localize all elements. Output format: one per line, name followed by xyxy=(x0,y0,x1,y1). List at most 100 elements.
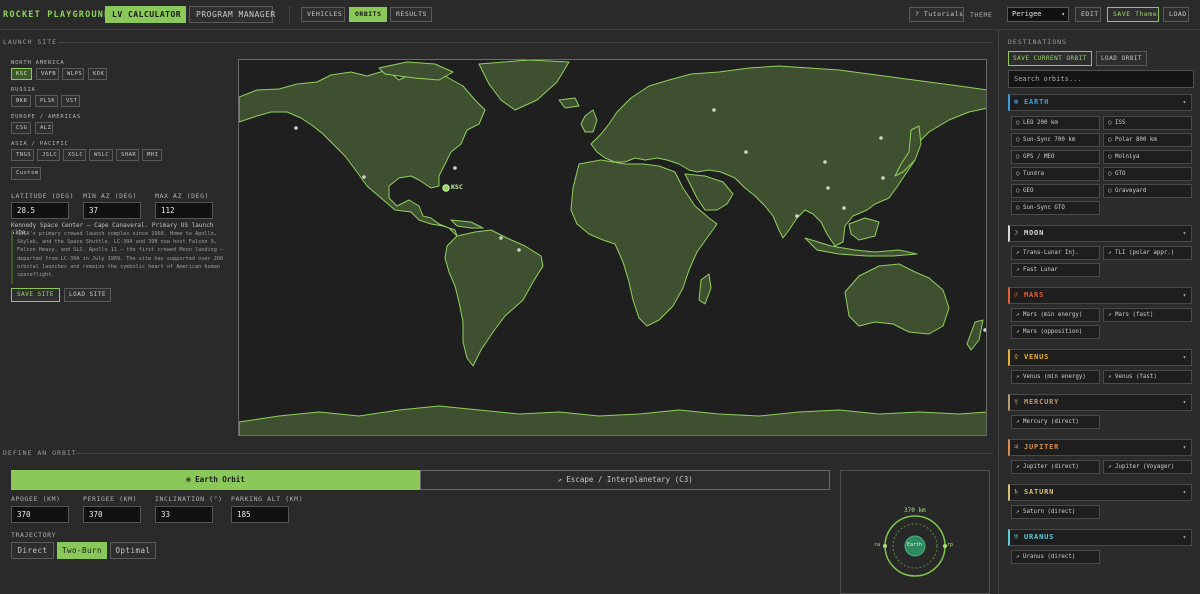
dest-item[interactable]: ○ GTO xyxy=(1103,167,1192,181)
site-mhi-button[interactable]: MHI xyxy=(142,149,162,161)
dest-header-venus[interactable]: ♀ VENUS ▾ xyxy=(1008,349,1192,366)
dest-item[interactable]: ↗ Mars (fast) xyxy=(1103,308,1192,322)
dest-item[interactable]: ↗ Jupiter (Voyager) xyxy=(1103,460,1192,474)
escape-orbit-toggle[interactable]: ↗ Escape / Interplanetary (C3) xyxy=(420,470,830,490)
site-marker-plsk[interactable] xyxy=(712,108,716,112)
apogee-input[interactable]: 370 xyxy=(11,506,69,523)
save-site-button[interactable]: SAVE SITE xyxy=(11,288,60,302)
site-marker-tngs[interactable] xyxy=(881,176,885,180)
landmass-australia xyxy=(844,263,950,335)
save-theme-button[interactable]: SAVE Theme xyxy=(1107,7,1159,22)
site-custom-button[interactable]: Custom xyxy=(11,167,41,180)
dest-item[interactable]: ○ Sun-Sync 700 km xyxy=(1011,133,1100,147)
site-marker-mhi[interactable] xyxy=(983,328,987,332)
edit-theme-button[interactable]: EDIT xyxy=(1075,7,1101,22)
dest-header-moon[interactable]: ☽ MOON ▾ xyxy=(1008,225,1192,242)
tab-orbits[interactable]: ORBITS xyxy=(349,7,387,22)
site-csg-button[interactable]: CSG xyxy=(11,122,31,134)
site-wlps-button[interactable]: WLPS xyxy=(62,68,84,80)
site-marker-wslc[interactable] xyxy=(842,206,846,210)
site-marker-shar[interactable] xyxy=(795,214,799,218)
save-current-orbit-button[interactable]: SAVE CURRENT ORBIT xyxy=(1008,51,1092,66)
site-kdk-button[interactable]: KDK xyxy=(88,68,107,80)
dest-item[interactable]: ↗ Mercury (direct) xyxy=(1011,415,1100,429)
site-alz-button[interactable]: ALZ xyxy=(35,122,53,134)
tab-lv-calculator[interactable]: LV CALCULATOR xyxy=(105,6,186,23)
dest-header-label: MOON xyxy=(1024,229,1045,237)
site-tngs-button[interactable]: TNGS xyxy=(11,149,34,161)
perigee-input[interactable]: 370 xyxy=(83,506,141,523)
dest-item[interactable]: ↗ TLI (polar appr.) xyxy=(1103,246,1192,260)
dest-item[interactable]: ↗ Saturn (direct) xyxy=(1011,505,1100,519)
dest-item[interactable]: ↗ Mars (opposition) xyxy=(1011,325,1100,339)
min-az-input[interactable]: 37 xyxy=(83,202,141,219)
site-marker-ksc[interactable] xyxy=(442,184,450,192)
trajectory-optimal-button[interactable]: Optimal xyxy=(110,542,156,559)
dest-item[interactable]: ↗ Venus (fast) xyxy=(1103,370,1192,384)
load-site-button[interactable]: LOAD SITE xyxy=(64,288,111,302)
trajectory-direct-button[interactable]: Direct xyxy=(11,542,54,559)
tab-vehicles[interactable]: VEHICLES xyxy=(301,7,345,22)
site-wslc-button[interactable]: WSLC xyxy=(89,149,113,161)
load-theme-button[interactable]: LOAD xyxy=(1163,7,1189,22)
dest-header-earth[interactable]: ⊕ EARTH ▾ xyxy=(1008,94,1192,111)
dest-header-saturn[interactable]: ♄ SATURN ▾ xyxy=(1008,484,1192,501)
site-jslc-button[interactable]: JSLC xyxy=(37,149,60,161)
site-shar-button[interactable]: SHAR xyxy=(116,149,139,161)
site-marker-bkr[interactable] xyxy=(744,150,748,154)
min-az-label: MIN AZ (DEG) xyxy=(83,192,138,200)
orbit-search-input[interactable]: Search orbits... xyxy=(1008,70,1194,88)
dest-item[interactable]: ○ LEO 200 km xyxy=(1011,116,1100,130)
dest-item[interactable]: ○ ISS xyxy=(1103,116,1192,130)
dest-header-mars[interactable]: ♂ MARS ▾ xyxy=(1008,287,1192,304)
site-ksc-button[interactable]: KSC xyxy=(11,68,32,80)
dest-header-uranus[interactable]: ♅ URANUS ▾ xyxy=(1008,529,1192,546)
site-marker-csg[interactable] xyxy=(499,236,503,240)
group-north-america: NORTH AMERICA xyxy=(11,60,65,66)
site-marker-alt[interactable] xyxy=(362,175,366,179)
dest-item[interactable]: ○ Molniya xyxy=(1103,150,1192,164)
site-marker-wlps[interactable] xyxy=(453,166,457,170)
dest-item[interactable]: ↗ Fast Lunar xyxy=(1011,263,1100,277)
load-orbit-button[interactable]: LOAD ORBIT xyxy=(1096,51,1147,66)
site-vafb-button[interactable]: VAFB xyxy=(36,68,59,80)
site-xslc-button[interactable]: XSLC xyxy=(63,149,86,161)
dest-header-mercury[interactable]: ☿ MERCURY ▾ xyxy=(1008,394,1192,411)
dest-item[interactable]: ↗ Venus (min energy) xyxy=(1011,370,1100,384)
dest-item[interactable]: ○ Sun-Sync GTO xyxy=(1011,201,1100,215)
arrow-icon: ↗ xyxy=(1016,419,1020,425)
site-marker-jslc[interactable] xyxy=(823,160,827,164)
max-az-input[interactable]: 112 xyxy=(155,202,213,219)
trajectory-two-burn-button[interactable]: Two-Burn xyxy=(57,542,107,559)
launch-site-heading: LAUNCH SITE xyxy=(3,38,58,46)
dest-item[interactable]: ↗ Jupiter (direct) xyxy=(1011,460,1100,474)
dest-item[interactable]: ↗ Trans-Lunar Inj. xyxy=(1011,246,1100,260)
site-plsk-button[interactable]: PLSK xyxy=(35,95,58,107)
dest-header-jupiter[interactable]: ♃ JUPITER ▾ xyxy=(1008,439,1192,456)
site-marker-vst[interactable] xyxy=(879,136,883,140)
dest-item[interactable]: ○ GEO xyxy=(1011,184,1100,198)
dest-item[interactable]: ↗ Uranus (direct) xyxy=(1011,550,1100,564)
dest-item[interactable]: ○ Polar 800 km xyxy=(1103,133,1192,147)
saturn-icon: ♄ xyxy=(1014,488,1020,496)
world-map-svg xyxy=(239,60,987,435)
latitude-input[interactable]: 28.5 xyxy=(11,202,69,219)
tab-program-manager[interactable]: PROGRAM MANAGER xyxy=(189,6,275,23)
tab-results[interactable]: RESULTS xyxy=(390,7,432,22)
dest-item[interactable]: ○ Graveyard xyxy=(1103,184,1192,198)
dest-header-label: JUPITER xyxy=(1024,443,1060,451)
inclination-input[interactable]: 33 xyxy=(155,506,213,523)
dest-item[interactable]: ○ Tundra xyxy=(1011,167,1100,181)
dest-item[interactable]: ○ GPS / MEO xyxy=(1011,150,1100,164)
world-map[interactable]: KSC xyxy=(238,59,987,436)
dest-item[interactable]: ↗ Mars (min energy) xyxy=(1011,308,1100,322)
site-marker-alz[interactable] xyxy=(517,248,521,252)
site-vst-button[interactable]: VST xyxy=(61,95,80,107)
tutorials-button[interactable]: ? Tutorials xyxy=(909,7,964,22)
site-marker-vafb[interactable] xyxy=(294,126,298,130)
earth-orbit-toggle[interactable]: ⊕ Earth Orbit xyxy=(11,470,420,490)
site-bkr-button[interactable]: BKR xyxy=(11,95,31,107)
theme-select[interactable]: Perigee ▾ xyxy=(1007,7,1069,22)
site-marker-xslc[interactable] xyxy=(826,186,830,190)
parking-alt-input[interactable]: 185 xyxy=(231,506,289,523)
